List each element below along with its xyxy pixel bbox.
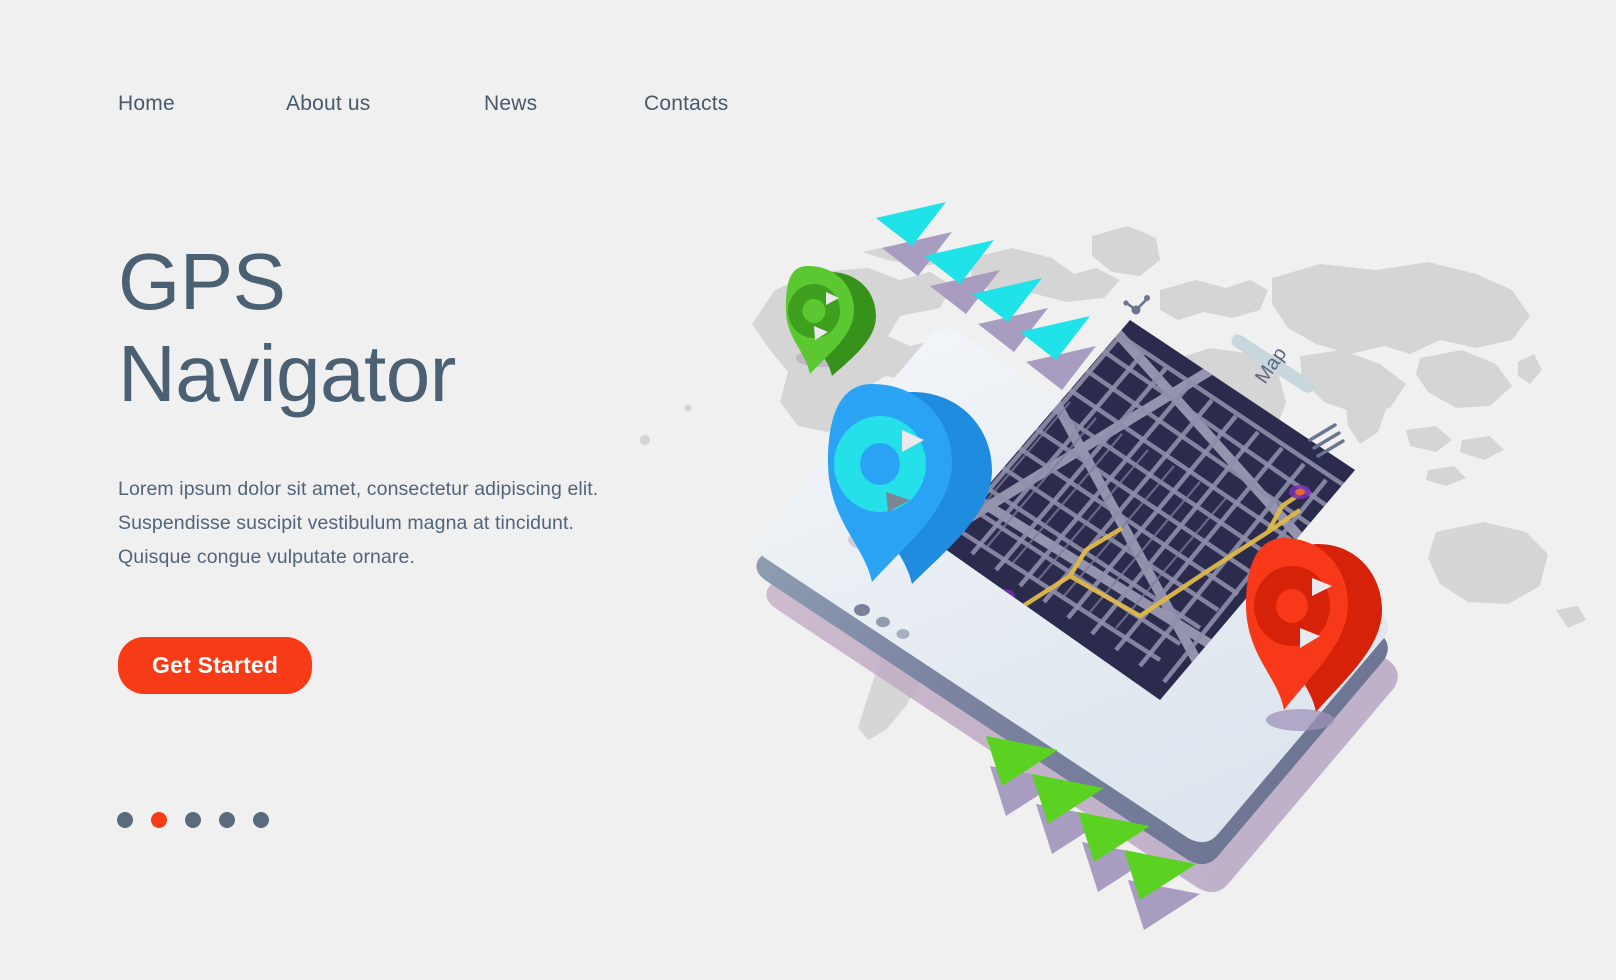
nav-item-news[interactable]: News bbox=[484, 92, 644, 116]
hero-paragraph-line: Suspendisse suscipit vestibulum magna at… bbox=[118, 512, 575, 534]
hero-section: GPS Navigator Lorem ipsum dolor sit amet… bbox=[118, 236, 678, 574]
hero-paragraph-line: Quisque congue vulputate ornare. bbox=[118, 546, 415, 568]
nav-item-contacts[interactable]: Contacts bbox=[644, 92, 728, 116]
landing-page: Home About us News Contacts GPS Navigato… bbox=[0, 0, 1616, 980]
map-marker-purple bbox=[1289, 485, 1311, 499]
carousel-dot-3[interactable] bbox=[185, 812, 201, 828]
carousel-dot-5[interactable] bbox=[253, 812, 269, 828]
nav-item-about-us[interactable]: About us bbox=[286, 92, 484, 116]
hero-paragraph-line: Lorem ipsum dolor sit amet, consectetur … bbox=[118, 478, 599, 500]
phone-camera-icon bbox=[1123, 295, 1150, 315]
hero-paragraph: Lorem ipsum dolor sit amet, consectetur … bbox=[118, 472, 678, 574]
get-started-button[interactable]: Get Started bbox=[118, 637, 313, 694]
carousel-dot-2-active[interactable] bbox=[151, 812, 167, 828]
main-navigation: Home About us News Contacts bbox=[118, 92, 728, 116]
gps-illustration: Map bbox=[600, 140, 1616, 970]
nav-item-home[interactable]: Home bbox=[118, 92, 286, 116]
carousel-dot-1[interactable] bbox=[117, 812, 133, 828]
carousel-pagination bbox=[117, 812, 269, 828]
page-title: GPS Navigator bbox=[118, 237, 456, 418]
carousel-dot-4[interactable] bbox=[219, 812, 235, 828]
